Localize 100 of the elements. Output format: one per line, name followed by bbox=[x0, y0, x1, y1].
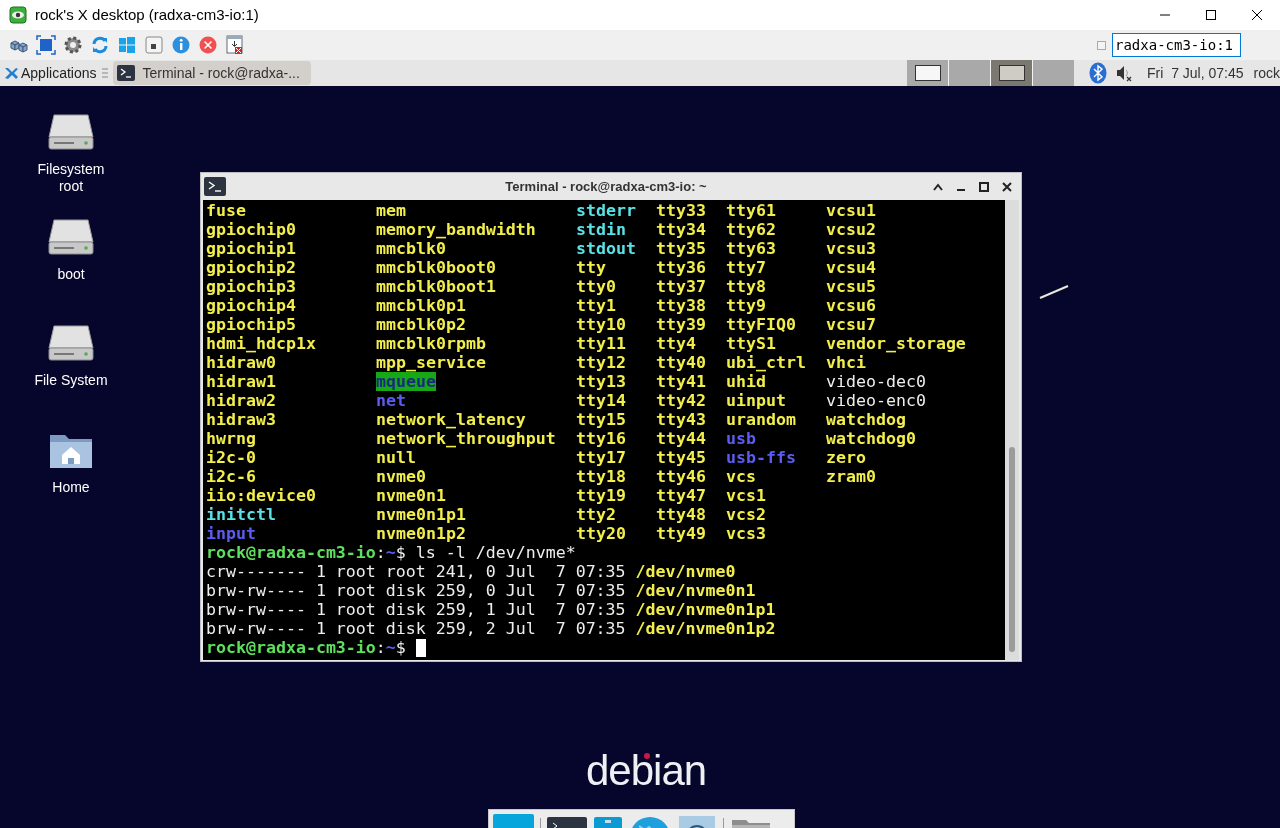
file-name: mmcblk0rpmb bbox=[376, 334, 486, 353]
workspace-button[interactable] bbox=[907, 60, 949, 86]
file-name: tty47 bbox=[656, 486, 706, 505]
window-delete-icon[interactable] bbox=[224, 35, 245, 55]
file-name: tty61 bbox=[726, 201, 776, 220]
address-field[interactable]: radxa-cm3-io:1 bbox=[1112, 33, 1241, 57]
icon-label[interactable]: boot bbox=[29, 266, 113, 283]
file-name: zram0 bbox=[826, 467, 876, 486]
file-name: tty18 bbox=[576, 467, 626, 486]
file-name: memory_bandwidth bbox=[376, 220, 536, 239]
file-name: vcsu5 bbox=[826, 277, 876, 296]
file-name: nvme0n1p1 bbox=[376, 505, 466, 524]
terminal-line: rock@radxa-cm3-io:~$ ls -l /dev/nvme* bbox=[206, 543, 577, 562]
settings-icon[interactable] bbox=[62, 35, 83, 55]
window-title: Terminal - rock@radxa-cm3-io: ~ bbox=[504, 177, 708, 196]
file-name: tty20 bbox=[576, 524, 626, 543]
file-name: vendor_storage bbox=[826, 334, 966, 353]
file-name: mmcblk0 bbox=[376, 239, 446, 258]
file-name: tty16 bbox=[576, 429, 626, 448]
workspace-button[interactable] bbox=[991, 60, 1033, 86]
file-name: tty42 bbox=[656, 391, 706, 410]
x-logo-icon bbox=[4, 65, 19, 81]
file-name: hidraw2 bbox=[206, 391, 276, 410]
file-name: mpp_service bbox=[376, 353, 486, 372]
file-name: hidraw3 bbox=[206, 410, 276, 429]
file-name: mqueue bbox=[376, 372, 436, 391]
task-button[interactable]: Terminal - rock@radxa-... bbox=[112, 61, 311, 85]
info-icon[interactable] bbox=[170, 35, 191, 55]
minimize-icon bbox=[956, 188, 965, 191]
file-name: tty41 bbox=[656, 372, 706, 391]
file-name: video-dec0 bbox=[826, 372, 926, 391]
file-name: mmcblk0p2 bbox=[376, 315, 466, 334]
drive-icon[interactable] bbox=[48, 113, 94, 151]
file-name: tty15 bbox=[576, 410, 626, 429]
scrollbar-thumb[interactable] bbox=[1009, 447, 1015, 652]
handle-icon bbox=[101, 67, 108, 79]
file-name: gpiochip3 bbox=[206, 277, 296, 296]
file-name: vcsu6 bbox=[826, 296, 876, 315]
file-name: tty1 bbox=[576, 296, 616, 315]
file-name: tty34 bbox=[656, 220, 706, 239]
file-name: vcsu4 bbox=[826, 258, 876, 277]
window-title: rock's X desktop (radxa-cm3-io:1) bbox=[35, 4, 259, 25]
icon-label[interactable]: Filesystem root bbox=[29, 161, 113, 195]
file-name: tty40 bbox=[656, 353, 706, 372]
file-name: stdout bbox=[576, 239, 636, 258]
file-name: gpiochip5 bbox=[206, 315, 296, 334]
file-name: vcsu2 bbox=[826, 220, 876, 239]
applications-menu[interactable]: Applications bbox=[0, 61, 97, 85]
file-name: nvme0n1p2 bbox=[376, 524, 466, 543]
file-name: tty12 bbox=[576, 353, 626, 372]
chevron-up-icon bbox=[932, 182, 943, 191]
debian-logo: debian bbox=[586, 746, 707, 796]
file-name: watchdog0 bbox=[826, 429, 916, 448]
file-name: urandom bbox=[726, 410, 796, 429]
scrollbar[interactable] bbox=[1005, 200, 1019, 660]
line-mark bbox=[1039, 284, 1069, 300]
file-name: vcsu7 bbox=[826, 315, 876, 334]
file-name: fuse bbox=[206, 201, 246, 220]
file-name: tty46 bbox=[656, 467, 706, 486]
icon-label[interactable]: File System bbox=[29, 372, 113, 389]
file-name: tty43 bbox=[656, 410, 706, 429]
file-name: uhid bbox=[726, 372, 766, 391]
drive-icon[interactable] bbox=[48, 218, 94, 256]
file-name: tty33 bbox=[656, 201, 706, 220]
file-name: tty17 bbox=[576, 448, 626, 467]
file-name: tty8 bbox=[726, 277, 766, 296]
file-name: ubi_ctrl bbox=[726, 353, 806, 372]
small-square-icon bbox=[1097, 40, 1106, 50]
file-name: tty bbox=[576, 258, 606, 277]
file-name: gpiochip4 bbox=[206, 296, 296, 315]
terminal-line: rock@radxa-cm3-io:~$ bbox=[206, 638, 1005, 657]
drive-icon[interactable] bbox=[48, 324, 94, 362]
bluetooth-icon[interactable] bbox=[1089, 62, 1108, 84]
file-name: ttyFIQ0 bbox=[726, 315, 796, 334]
file-name: tty39 bbox=[656, 315, 706, 334]
file-name: input bbox=[206, 524, 256, 543]
file-name: gpiochip2 bbox=[206, 258, 296, 277]
file-name: tty19 bbox=[576, 486, 626, 505]
file-name: vcs bbox=[726, 467, 756, 486]
file-name: tty62 bbox=[726, 220, 776, 239]
terminal-line: brw-rw---- 1 root disk 259, 2 Jul 7 07:35 /dev/nvme0n1p2 bbox=[206, 619, 777, 638]
close-icon[interactable] bbox=[197, 35, 218, 55]
eye-logo-icon bbox=[9, 6, 27, 24]
clock[interactable]: Fri 7 Jul, 07:45 bbox=[1147, 62, 1244, 84]
file-name: initctl bbox=[206, 505, 276, 524]
file-name: network_throughput bbox=[376, 429, 556, 448]
user-name[interactable]: rock bbox=[1253, 62, 1280, 84]
fullscreen-icon[interactable] bbox=[35, 35, 56, 55]
file-name: ttyS1 bbox=[726, 334, 776, 353]
file-name: hdmi_hdcp1x bbox=[206, 334, 316, 353]
file-name: net bbox=[376, 391, 406, 410]
file-name: tty48 bbox=[656, 505, 706, 524]
file-name: hidraw0 bbox=[206, 353, 276, 372]
file-name: tty49 bbox=[656, 524, 706, 543]
speaker-muted-icon[interactable] bbox=[1115, 64, 1134, 82]
file-name: tty35 bbox=[656, 239, 706, 258]
icon-label[interactable]: Home bbox=[29, 479, 113, 496]
file-name: usb bbox=[726, 429, 756, 448]
file-name: nvme0 bbox=[376, 467, 426, 486]
window-thumbnail bbox=[998, 65, 1025, 81]
